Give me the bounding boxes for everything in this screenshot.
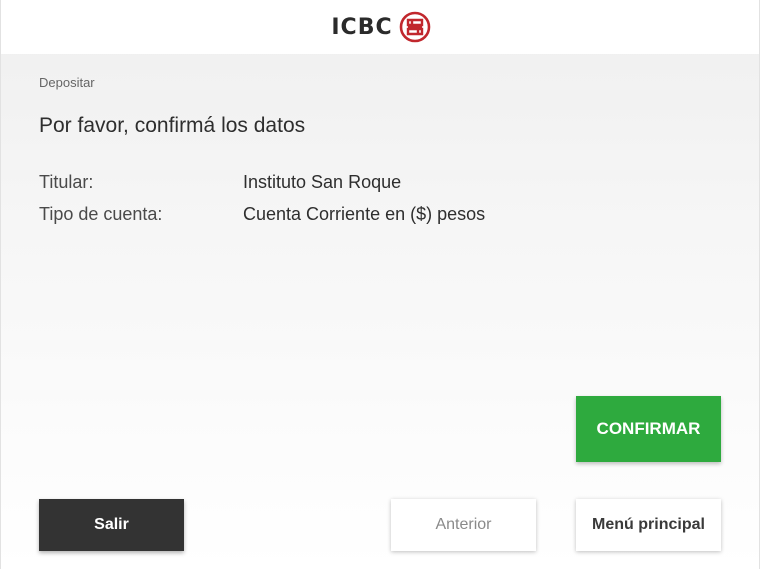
detail-value: Cuenta Corriente en ($) pesos <box>243 204 486 224</box>
brand-logo: ICBC <box>331 11 430 43</box>
detail-label: Tipo de cuenta: <box>39 204 163 224</box>
previous-button[interactable]: Anterior <box>391 499 536 551</box>
detail-row-account-holder: Titular: Instituto San Roque <box>39 172 401 193</box>
deposit-confirmation-screen: ICBC Depositar Por favor, confirmá los d… <box>0 0 760 569</box>
detail-row-account-type: Tipo de cuenta: Cuenta Corriente en ($) … <box>39 204 485 225</box>
confirm-button[interactable]: CONFIRMAR <box>576 396 721 462</box>
page-title: Por favor, confirmá los datos <box>39 114 306 137</box>
detail-label: Titular: <box>39 172 94 192</box>
breadcrumb: Depositar <box>39 75 95 90</box>
brand-name: ICBC <box>331 14 393 40</box>
main-menu-button[interactable]: Menú principal <box>576 499 721 551</box>
exit-button[interactable]: Salir <box>39 499 184 551</box>
icbc-seal-icon <box>399 11 430 43</box>
detail-value: Instituto San Roque <box>243 172 402 192</box>
header-bar: ICBC <box>1 0 759 54</box>
